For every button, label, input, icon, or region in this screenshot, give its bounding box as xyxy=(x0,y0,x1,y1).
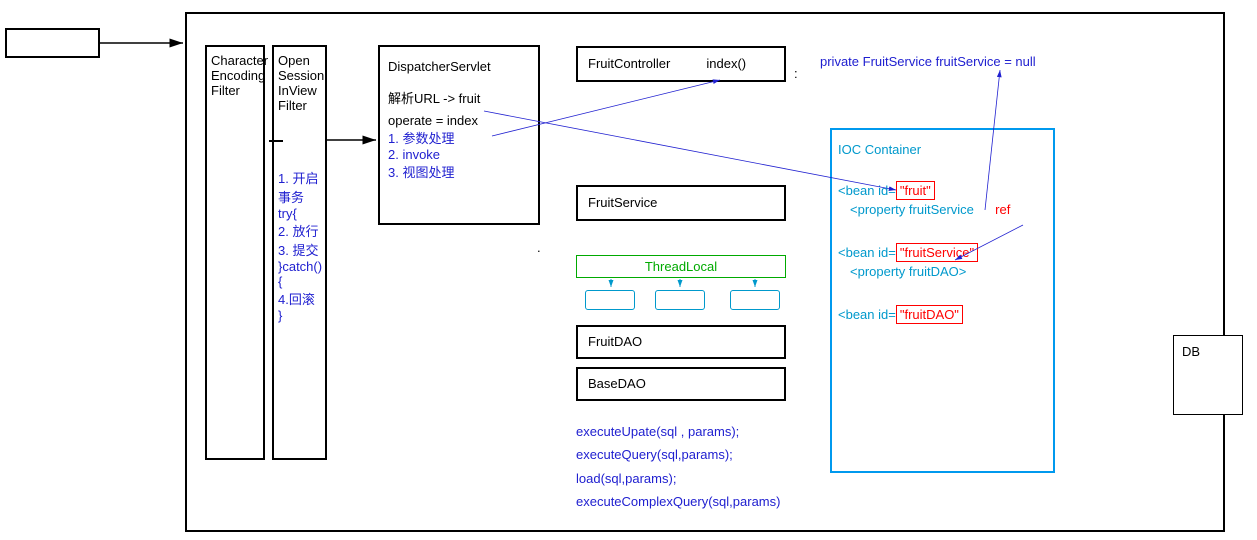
ioc-bean2-id: "fruitService" xyxy=(896,243,978,262)
db-box: DB xyxy=(1173,335,1243,415)
ioc-bean1-ref: ref xyxy=(995,202,1010,217)
dao-m3: load(sql,params); xyxy=(576,467,780,490)
dispatcher-servlet-box: DispatcherServlet 解析URL -> fruit operate… xyxy=(378,45,540,225)
osiv-note3: 2. 放行 xyxy=(278,221,321,240)
osiv-tick xyxy=(269,140,283,142)
dispatcher-line2: operate = index xyxy=(388,113,530,128)
osiv-note1: 1. 开启事务 xyxy=(278,168,321,206)
dispatcher-s2: 2. invoke xyxy=(388,147,530,162)
basedao-name: BaseDAO xyxy=(588,376,646,391)
ioc-container-box: IOC Container <bean id="fruit" <property… xyxy=(830,128,1055,473)
threadlocal-slot-1 xyxy=(585,290,635,310)
diagram-canvas: Character Encoding Filter Open Session I… xyxy=(0,0,1257,540)
cef-line1: Character xyxy=(211,53,259,68)
fruit-service-box: FruitService xyxy=(576,185,786,221)
osiv-note6: 4.回滚 xyxy=(278,289,321,308)
dot: . xyxy=(537,240,541,255)
base-dao-box: BaseDAO xyxy=(576,367,786,401)
ioc-bean1-prop: <property fruitService xyxy=(850,202,974,217)
dispatcher-title: DispatcherServlet xyxy=(388,59,530,74)
osiv-line4: Filter xyxy=(278,98,321,113)
fruit-controller-box: FruitController index() xyxy=(576,46,786,82)
dao-m1: executeUpate(sql , params); xyxy=(576,420,780,443)
ioc-bean2-prefix: <bean id= xyxy=(838,245,896,260)
ioc-bean2-prop: <property fruitDAO> xyxy=(838,264,1047,279)
fruit-dao-box: FruitDAO xyxy=(576,325,786,359)
private-field-text: private FruitService fruitService = null xyxy=(820,54,1036,69)
threadlocal-slot-2 xyxy=(655,290,705,310)
ioc-bean2-line: <bean id="fruitService" xyxy=(838,245,1047,260)
ioc-bean1-prop-line: <property fruitService ref xyxy=(838,202,1047,217)
ioc-bean3-prefix: <bean id= xyxy=(838,307,896,322)
dao-name: FruitDAO xyxy=(588,334,642,349)
ioc-bean1-prefix: <bean id= xyxy=(838,183,896,198)
dispatcher-line1: 解析URL -> fruit xyxy=(388,88,530,107)
ioc-bean1-line: <bean id="fruit" xyxy=(838,183,1047,198)
osiv-line1: Open xyxy=(278,53,321,68)
threadlocal-slot-3 xyxy=(730,290,780,310)
ioc-title: IOC Container xyxy=(838,142,1047,157)
dao-m2: executeQuery(sql,params); xyxy=(576,443,780,466)
threadlocal-title: ThreadLocal xyxy=(645,259,717,274)
ioc-bean3-line: <bean id="fruitDAO" xyxy=(838,307,1047,322)
dao-m4: executeComplexQuery(sql,params) xyxy=(576,490,780,513)
open-session-inview-filter-box: Open Session InView Filter 1. 开启事务 try{ … xyxy=(272,45,327,460)
osiv-note5: }catch(){ xyxy=(278,259,321,289)
controller-method: index() xyxy=(706,56,746,72)
cef-line2: Encoding xyxy=(211,68,259,83)
osiv-note4: 3. 提交 xyxy=(278,240,321,259)
osiv-line2: Session xyxy=(278,68,321,83)
external-request-box xyxy=(5,28,100,58)
service-name: FruitService xyxy=(588,195,657,210)
osiv-note2: try{ xyxy=(278,206,321,221)
osiv-note7: } xyxy=(278,308,321,323)
ioc-bean1-id: "fruit" xyxy=(896,181,935,200)
db-label: DB xyxy=(1182,344,1200,359)
cef-line3: Filter xyxy=(211,83,259,98)
threadlocal-header: ThreadLocal xyxy=(576,255,786,278)
ioc-bean3-id: "fruitDAO" xyxy=(896,305,963,324)
dao-methods-block: executeUpate(sql , params); executeQuery… xyxy=(576,420,780,514)
dispatcher-s1: 1. 参数处理 xyxy=(388,128,530,147)
character-encoding-filter-box: Character Encoding Filter xyxy=(205,45,265,460)
controller-name: FruitController xyxy=(588,56,670,72)
osiv-line3: InView xyxy=(278,83,321,98)
dispatcher-s3: 3. 视图处理 xyxy=(388,162,530,181)
